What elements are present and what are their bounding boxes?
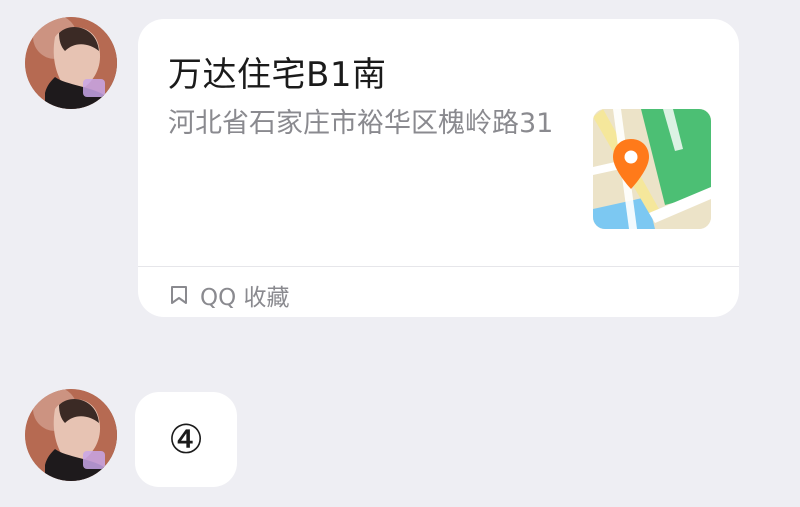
message-bubble[interactable]: ④ (135, 392, 237, 487)
map-thumbnail-icon[interactable] (593, 109, 711, 229)
bookmark-icon (171, 286, 187, 304)
location-title: 万达住宅B1南 (168, 55, 387, 95)
chat-view: 万达住宅B1南 河北省石家庄市裕华区槐岭路31 QQ 收藏 ④ (0, 0, 800, 507)
location-pin-icon (613, 139, 649, 189)
source-label: QQ 收藏 (200, 285, 290, 311)
location-address: 河北省石家庄市裕华区槐岭路31 (168, 108, 554, 139)
avatar-photo-icon (25, 17, 117, 109)
message-text: ④ (168, 416, 204, 463)
location-card[interactable]: 万达住宅B1南 河北省石家庄市裕华区槐岭路31 QQ 收藏 (138, 19, 739, 317)
avatar-photo-icon (25, 389, 117, 481)
avatar[interactable] (25, 17, 117, 109)
card-divider (138, 266, 739, 267)
card-source: QQ 收藏 (168, 275, 290, 315)
avatar[interactable] (25, 389, 117, 481)
